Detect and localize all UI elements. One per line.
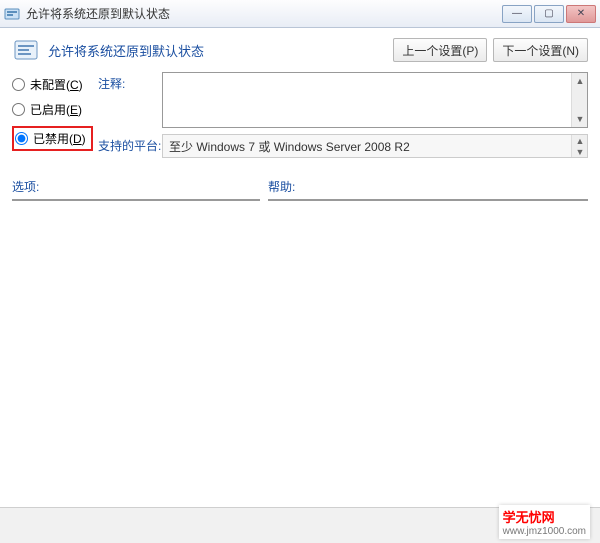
platform-label: 支持的平台: [98, 134, 162, 158]
disabled-highlight: 已禁用(D) [12, 126, 93, 151]
comment-textarea[interactable]: ▲ ▼ [162, 72, 588, 128]
watermark-overlay: 学无忧网 www.jmz1000.com [499, 505, 590, 539]
platform-value-box: 至少 Windows 7 或 Windows Server 2008 R2 ▲ … [162, 134, 588, 158]
page-title: 允许将系统还原到默认状态 [48, 41, 393, 60]
app-icon [4, 6, 20, 22]
scroll-up-icon[interactable]: ▲ [572, 200, 588, 201]
platform-scrollbar[interactable]: ▲ ▼ [571, 135, 587, 157]
help-label: 帮助: [268, 178, 588, 195]
watermark-url: www.jmz1000.com [503, 526, 586, 537]
radio-enabled-label: 已启用(E) [30, 101, 82, 118]
watermark-brand: 学无忧网 [503, 510, 555, 525]
titlebar: 允许将系统还原到默认状态 — ▢ ✕ [0, 0, 600, 28]
options-label: 选项: [12, 178, 260, 195]
header: 允许将系统还原到默认状态 上一个设置(P) 下一个设置(N) [0, 28, 600, 72]
radio-not-configured-input[interactable] [12, 78, 25, 91]
scroll-down-icon[interactable]: ▼ [572, 111, 588, 127]
platform-value: 至少 Windows 7 或 Windows Server 2008 R2 [169, 140, 410, 154]
policy-icon [12, 36, 40, 64]
help-content: 要求: 至少 Windows 7 描述: 此策略设置可控制用户是否可访问 “恢复… [269, 200, 571, 201]
help-panel: 要求: 至少 Windows 7 描述: 此策略设置可控制用户是否可访问 “恢复… [268, 199, 588, 201]
radio-enabled-input[interactable] [12, 103, 25, 116]
state-radio-group: 未配置(C) 已启用(E) 已禁用(D) [12, 72, 98, 164]
options-panel [12, 199, 260, 201]
scroll-up-icon[interactable]: ▲ [572, 135, 588, 146]
previous-setting-button[interactable]: 上一个设置(P) [393, 38, 487, 62]
next-setting-button[interactable]: 下一个设置(N) [493, 38, 588, 62]
radio-enabled[interactable]: 已启用(E) [12, 101, 98, 118]
lower-area: 选项: 帮助: 要求: 至少 Windows 7 描述: 此策略设置可控制用户是… [0, 172, 600, 201]
maximize-button[interactable]: ▢ [534, 5, 564, 23]
comment-scrollbar[interactable]: ▲ ▼ [571, 73, 587, 127]
window-title: 允许将系统还原到默认状态 [26, 5, 500, 22]
radio-disabled[interactable]: 已禁用(D) [15, 130, 86, 147]
scroll-down-icon[interactable]: ▼ [572, 146, 588, 157]
radio-disabled-input[interactable] [15, 132, 28, 145]
comment-label: 注释: [98, 72, 162, 128]
scroll-down-icon[interactable]: ▼ [572, 199, 588, 200]
scroll-up-icon[interactable]: ▲ [572, 73, 588, 89]
radio-disabled-label: 已禁用(D) [33, 130, 86, 147]
radio-not-configured[interactable]: 未配置(C) [12, 76, 98, 93]
radio-not-configured-label: 未配置(C) [30, 76, 83, 93]
close-button[interactable]: ✕ [566, 5, 596, 23]
config-area: 未配置(C) 已启用(E) 已禁用(D) 注释: ▲ [0, 72, 600, 172]
window-controls: — ▢ ✕ [500, 5, 596, 23]
minimize-button[interactable]: — [502, 5, 532, 23]
nav-buttons: 上一个设置(P) 下一个设置(N) [393, 38, 588, 62]
